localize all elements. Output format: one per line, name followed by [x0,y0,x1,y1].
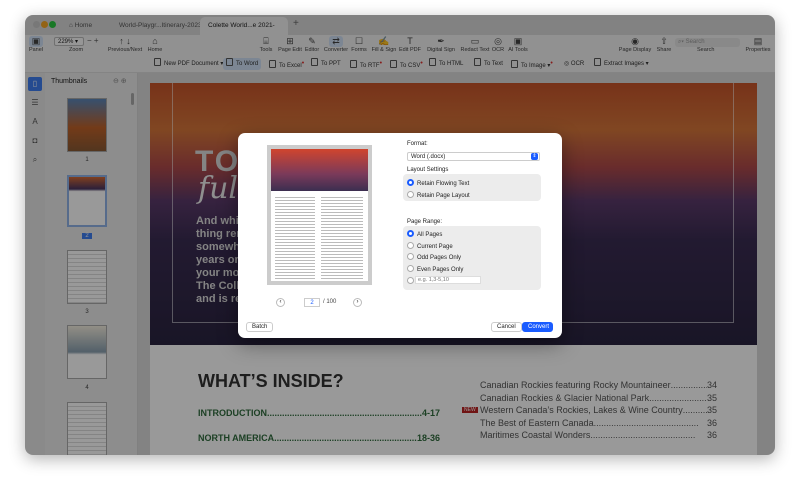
batch-button[interactable]: Batch [246,322,274,332]
preview-frame [267,145,372,285]
radio-odd-pages[interactable]: Odd Pages Only [407,253,461,261]
page-number: 2 [310,300,314,306]
format-label: Format: [407,141,428,147]
prev-page-button[interactable]: ‹ [276,298,285,307]
layout-settings-label: Layout Settings [407,167,449,173]
convert-dialog: ‹ 2 / 100 › Batch Format: Word (.docx) ⇕ … [238,133,562,338]
page-range-group: All Pages Current Page Odd Pages Only Ev… [403,226,541,290]
page-range-label: Page Range: [407,219,443,225]
chevron-updown-icon: ⇕ [531,153,538,160]
next-page-button[interactable]: › [353,298,362,307]
custom-range-input[interactable] [415,276,481,284]
radio-retain-flowing-text[interactable]: Retain Flowing Text [407,179,469,187]
page-preview [271,149,368,281]
cancel-button[interactable]: Cancel [491,322,522,332]
radio-current-page[interactable]: Current Page [407,242,453,250]
radio-all-pages[interactable]: All Pages [407,230,442,238]
radio-retain-page-layout[interactable]: Retain Page Layout [407,191,470,199]
page-total: / 100 [323,299,337,305]
convert-button[interactable]: Convert [522,322,553,332]
app-window: ⌂ Home World-Playgr...Itinerary-2023 Col… [25,15,775,455]
radio-even-pages[interactable]: Even Pages Only [407,265,463,273]
format-select[interactable]: Word (.docx) ⇕ [407,152,540,161]
page-number-input[interactable]: 2 [304,298,320,307]
layout-settings-group: Retain Flowing Text Retain Page Layout [403,174,541,201]
format-value: Word (.docx) [411,154,446,160]
